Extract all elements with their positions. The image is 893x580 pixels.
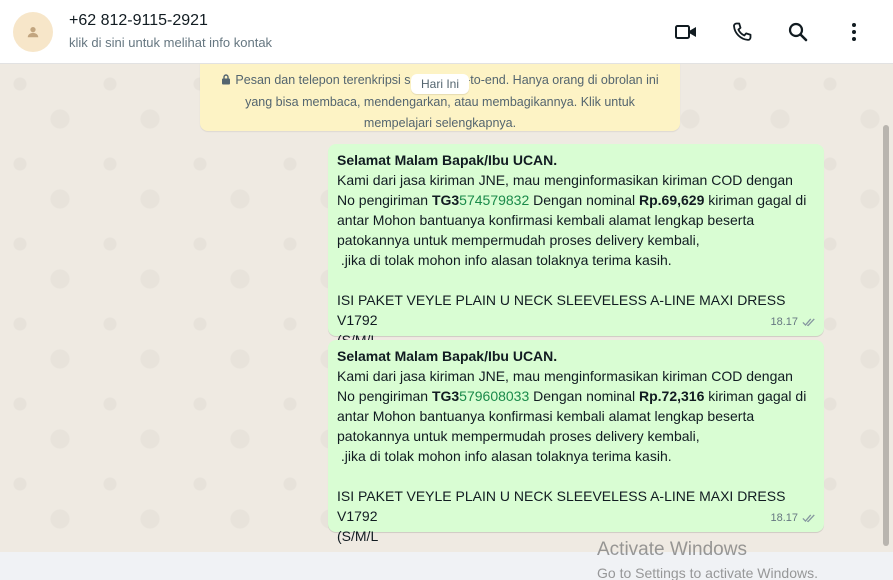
chat-scrollbar[interactable] [883, 125, 889, 546]
message-line: Kami dari jasa kiriman JNE, mau menginfo… [337, 368, 793, 384]
contact-subtitle: klik di sini untuk melihat info kontak [69, 35, 273, 50]
person-icon [27, 27, 39, 38]
message-line: ISI PAKET VEYLE PLAIN U NECK SLEEVELESS … [337, 292, 786, 328]
message-bubble[interactable]: Selamat Malam Bapak/Ibu UCAN. Kami dari … [328, 340, 824, 544]
message-time: 18.17 [770, 316, 798, 328]
message-greeting: Selamat Malam Bapak/Ibu UCAN. [337, 348, 558, 364]
double-check-icon [802, 318, 815, 327]
menu-button[interactable] [842, 20, 866, 44]
voice-call-button[interactable] [730, 20, 754, 44]
chat-area: Pesan dan telepon terenkripsi secara end… [0, 64, 893, 552]
lock-icon [221, 71, 231, 92]
watermark-subtitle: Go to Settings to activate Windows. [597, 565, 818, 580]
contact-info[interactable]: +62 812-9115-2921 klik di sini untuk mel… [69, 11, 272, 51]
day-label: Hari Ini [411, 74, 470, 94]
message-line: antar Mohon bantuanya konfirmasi kembali… [337, 408, 755, 424]
avatar[interactable] [13, 12, 53, 52]
video-call-button[interactable] [674, 20, 698, 44]
amount: Rp.72,316 [639, 388, 705, 404]
double-check-icon [802, 514, 815, 523]
chat-header: +62 812-9115-2921 klik di sini untuk mel… [0, 0, 893, 64]
message-bubble[interactable]: Selamat Malam Bapak/Ibu UCAN. Kami dari … [328, 144, 824, 348]
search-icon [788, 22, 808, 42]
message-meta: 18.17 [770, 508, 816, 528]
message-line: .jika di tolak mohon info alasan tolakny… [337, 448, 672, 464]
message-meta: 18.17 [770, 312, 816, 332]
voice-call-icon [733, 22, 752, 41]
watermark-title: Activate Windows [597, 539, 747, 560]
search-button[interactable] [786, 20, 810, 44]
tracking-prefix: TG3 [431, 388, 460, 404]
message-line: No pengiriman TG3579608033 Dengan nomina… [337, 388, 807, 404]
menu-icon [852, 23, 856, 41]
message-line: patokannya untuk mempermudah proses deli… [337, 232, 700, 248]
message-line: Kami dari jasa kiriman JNE, mau menginfo… [337, 172, 793, 188]
video-call-icon [675, 25, 696, 39]
message-line: patokannya untuk mempermudah proses deli… [337, 428, 700, 444]
message-blank-line [337, 466, 816, 486]
tracking-number-link[interactable]: 574579832 [459, 192, 529, 208]
message-time: 18.17 [770, 512, 798, 524]
message-line: No pengiriman TG3574579832 Dengan nomina… [337, 192, 807, 208]
tracking-prefix: TG3 [431, 192, 460, 208]
activate-windows-watermark: Activate Windows Go to Settings to activ… [597, 538, 818, 580]
contact-name: +62 812-9115-2921 [69, 12, 208, 29]
amount: Rp.69,629 [639, 192, 705, 208]
message-line: ISI PAKET VEYLE PLAIN U NECK SLEEVELESS … [337, 488, 786, 524]
message-line: antar Mohon bantuanya konfirmasi kembali… [337, 212, 755, 228]
message-blank-line [337, 270, 816, 290]
message-greeting: Selamat Malam Bapak/Ibu UCAN. [337, 152, 558, 168]
tracking-number-link[interactable]: 579608033 [459, 388, 529, 404]
message-line: .jika di tolak mohon info alasan tolakny… [337, 252, 672, 268]
